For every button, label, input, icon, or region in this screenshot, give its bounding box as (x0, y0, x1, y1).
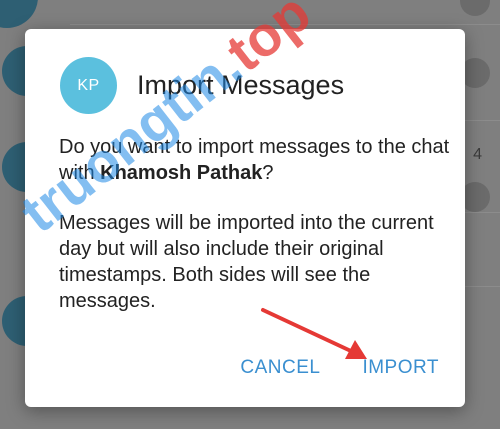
avatar-initials: KP (77, 76, 100, 94)
contact-name: Khamosh Pathak (100, 162, 263, 184)
contact-avatar: KP (60, 57, 117, 114)
background-chat-avatar (0, 0, 38, 28)
dialog-header: KP Import Messages (60, 57, 344, 114)
dialog-title: Import Messages (137, 70, 345, 100)
import-question: Do you want to import messages to the ch… (59, 134, 451, 186)
background-chat-time: 4 (473, 146, 482, 163)
background-badge (460, 0, 490, 16)
dialog-body: Do you want to import messages to the ch… (59, 134, 451, 314)
annotation-arrow-icon (261, 308, 367, 359)
question-suffix: ? (262, 162, 274, 184)
import-description: Messages will be imported into the curre… (59, 212, 434, 312)
import-messages-dialog: KP Import Messages Do you want to import… (25, 29, 465, 407)
background-divider (70, 24, 500, 25)
